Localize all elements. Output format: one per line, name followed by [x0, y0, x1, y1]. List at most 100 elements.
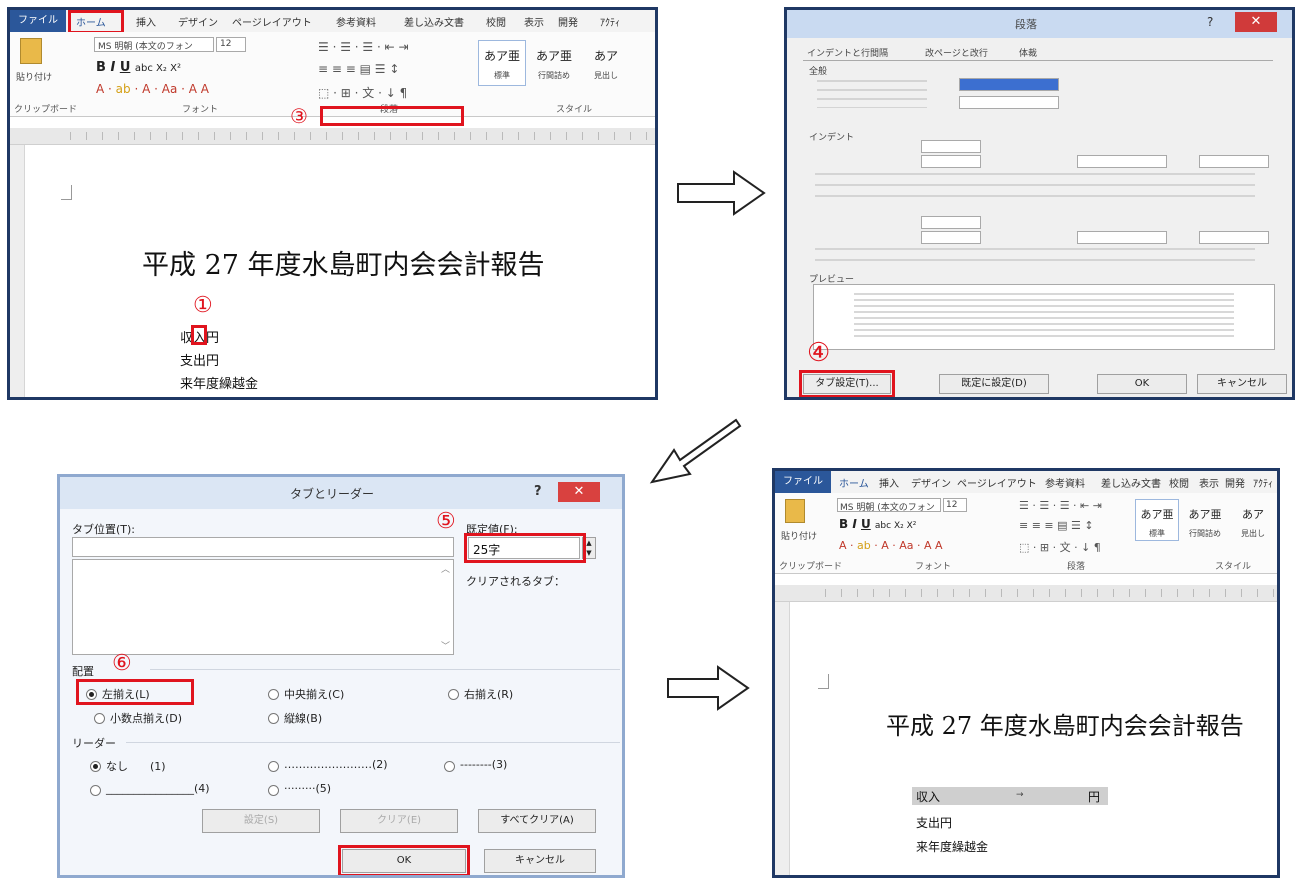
paste-label[interactable]: 貼り付け: [781, 529, 817, 542]
tab-page-layout[interactable]: ページレイアウト: [957, 475, 1037, 490]
tab-file[interactable]: ファイル: [10, 10, 66, 32]
tab-mailings[interactable]: 差し込み文書: [1101, 475, 1161, 490]
tab-review[interactable]: 校閲: [1169, 475, 1189, 490]
document-page[interactable]: 平成 27 年度水島町内会会計報告 収入 → 円 支出円 来年度繰越金: [790, 602, 1277, 875]
close-button[interactable]: ✕: [1235, 12, 1277, 32]
leader-dashes-label[interactable]: --------(3): [460, 758, 507, 771]
paragraph-list-icons[interactable]: ☰ · ☰ · ☰ · ⇤ ⇥: [318, 40, 409, 54]
indent-right-field[interactable]: [921, 155, 981, 168]
document-page[interactable]: 平成 27 年度水島町内会会計報告 ① 収入円 支出円 来年度繰越金: [25, 145, 655, 397]
paragraph-list-icons[interactable]: ☰ · ☰ · ☰ · ⇤ ⇥: [1019, 499, 1102, 512]
clear-all-button[interactable]: すべてクリア(A): [478, 809, 596, 833]
cancel-button[interactable]: キャンセル: [484, 849, 596, 873]
font-size-box[interactable]: 12: [943, 498, 967, 512]
tab-references[interactable]: 参考資料: [1045, 475, 1085, 490]
bold-italic-underline-icons[interactable]: B I U abc X₂ X²: [96, 60, 181, 75]
tab-view[interactable]: 表示: [524, 14, 544, 29]
selected-income-line[interactable]: 収入 → 円: [912, 787, 1108, 805]
style-no-spacing[interactable]: あア亜 行間詰め: [530, 40, 578, 86]
shading-border-icons[interactable]: ⬚ · ⊞ · 文 · ↓ ¶: [318, 84, 407, 101]
spacing-before-field[interactable]: [921, 216, 981, 229]
leader-underline-label[interactable]: ________________(4): [106, 782, 210, 795]
align-bar-label[interactable]: 縦線(B): [284, 710, 322, 726]
style-normal[interactable]: あア亜 標準: [478, 40, 526, 86]
paragraph-align-icons[interactable]: ≡ ≡ ≡ ▤ ☰ ↕: [1019, 519, 1094, 532]
tab-developer[interactable]: 開発: [558, 14, 578, 29]
help-icon[interactable]: ?: [1207, 15, 1213, 29]
font-color-icons[interactable]: A · ab · A · Aa · A A: [96, 82, 209, 96]
group-paragraph-label[interactable]: 段落: [1067, 559, 1085, 572]
style-normal[interactable]: あア亜 標準: [1135, 499, 1179, 541]
tab-home[interactable]: ホーム: [839, 475, 869, 490]
alignment-select[interactable]: [959, 78, 1059, 91]
font-size-box[interactable]: 12: [216, 37, 246, 52]
leader-none-label[interactable]: なし (1): [106, 758, 166, 774]
clear-button[interactable]: クリア(E): [340, 809, 458, 833]
leader-none-radio[interactable]: [90, 761, 101, 772]
style-heading[interactable]: あア 見出し: [1231, 499, 1275, 541]
tab-design[interactable]: デザイン: [178, 14, 218, 29]
shading-border-icons[interactable]: ⬚ · ⊞ · 文 · ↓ ¶: [1019, 539, 1101, 555]
font-color-icons[interactable]: A · ab · A · Aa · A A: [839, 539, 943, 552]
font-name-box[interactable]: MS 明朝 (本文のフォン: [837, 498, 941, 513]
vertical-ruler[interactable]: [775, 602, 790, 875]
line-spacing-at-field[interactable]: [1199, 231, 1269, 244]
list-scroll-up-icon[interactable]: ︿: [441, 562, 450, 575]
spacing-after-field[interactable]: [921, 231, 981, 244]
indent-special-select[interactable]: [1077, 155, 1167, 168]
close-button[interactable]: ✕: [558, 482, 600, 502]
tab-developer[interactable]: 開発: [1225, 475, 1245, 490]
style-heading[interactable]: あア 見出し: [582, 40, 630, 86]
tab-insert[interactable]: 挿入: [879, 475, 899, 490]
align-decimal-radio[interactable]: [94, 713, 105, 724]
align-decimal-label[interactable]: 小数点揃え(D): [110, 710, 182, 726]
tab-asian-typography[interactable]: 体裁: [1019, 46, 1037, 59]
align-right-label[interactable]: 右揃え(R): [464, 686, 513, 702]
font-name-box[interactable]: MS 明朝 (本文のフォン: [94, 37, 214, 52]
indent-checkbox-lines[interactable]: [815, 173, 1255, 197]
outline-level-select[interactable]: [959, 96, 1059, 109]
paste-icon[interactable]: [785, 499, 805, 523]
tab-insert[interactable]: 挿入: [136, 14, 156, 29]
leader-dots-radio[interactable]: [268, 761, 279, 772]
list-scroll-down-icon[interactable]: ﹀: [441, 639, 450, 652]
tab-line-page-breaks[interactable]: 改ページと改行: [925, 46, 988, 59]
tab-position-input[interactable]: [72, 537, 454, 557]
indent-left-field[interactable]: [921, 140, 981, 153]
help-icon[interactable]: ?: [534, 484, 542, 499]
spacing-checkbox-lines[interactable]: [815, 248, 1255, 270]
tab-indent-spacing[interactable]: インデントと行間隔: [807, 46, 888, 59]
vertical-ruler[interactable]: [10, 145, 25, 397]
tab-view[interactable]: 表示: [1199, 475, 1219, 490]
line-spacing-select[interactable]: [1077, 231, 1167, 244]
horizontal-ruler[interactable]: [10, 128, 655, 145]
horizontal-ruler[interactable]: [775, 585, 1277, 602]
set-button[interactable]: 設定(S): [202, 809, 320, 833]
tab-file[interactable]: ファイル: [775, 471, 831, 493]
set-default-button[interactable]: 既定に設定(D): [939, 374, 1049, 394]
tab-references[interactable]: 参考資料: [336, 14, 376, 29]
leader-dots-label[interactable]: ……………………(2): [284, 758, 388, 771]
align-center-radio[interactable]: [268, 689, 279, 700]
leader-underline-radio[interactable]: [90, 785, 101, 796]
tab-active[interactable]: ｱｸﾃｨ: [1253, 475, 1273, 490]
leader-middot-radio[interactable]: [268, 785, 279, 796]
paste-label[interactable]: 貼り付け: [16, 70, 52, 83]
align-bar-radio[interactable]: [268, 713, 279, 724]
ok-button[interactable]: OK: [1097, 374, 1187, 394]
align-right-radio[interactable]: [448, 689, 459, 700]
tab-position-list[interactable]: ︿ ﹀: [72, 559, 454, 655]
align-center-label[interactable]: 中央揃え(C): [284, 686, 344, 702]
tab-page-layout[interactable]: ページレイアウト: [232, 14, 312, 29]
leader-dashes-radio[interactable]: [444, 761, 455, 772]
leader-middot-label[interactable]: ·········(5): [284, 782, 331, 795]
tab-mailings[interactable]: 差し込み文書: [404, 14, 464, 29]
tab-review[interactable]: 校閲: [486, 14, 506, 29]
tab-active[interactable]: ｱｸﾃｨ: [600, 14, 620, 29]
cancel-button[interactable]: キャンセル: [1197, 374, 1287, 394]
tab-design[interactable]: デザイン: [911, 475, 951, 490]
paste-icon[interactable]: [20, 38, 42, 64]
style-no-spacing[interactable]: あア亜 行間詰め: [1183, 499, 1227, 541]
indent-by-field[interactable]: [1199, 155, 1269, 168]
bold-italic-underline-icons[interactable]: B I U abc X₂ X²: [839, 517, 916, 531]
